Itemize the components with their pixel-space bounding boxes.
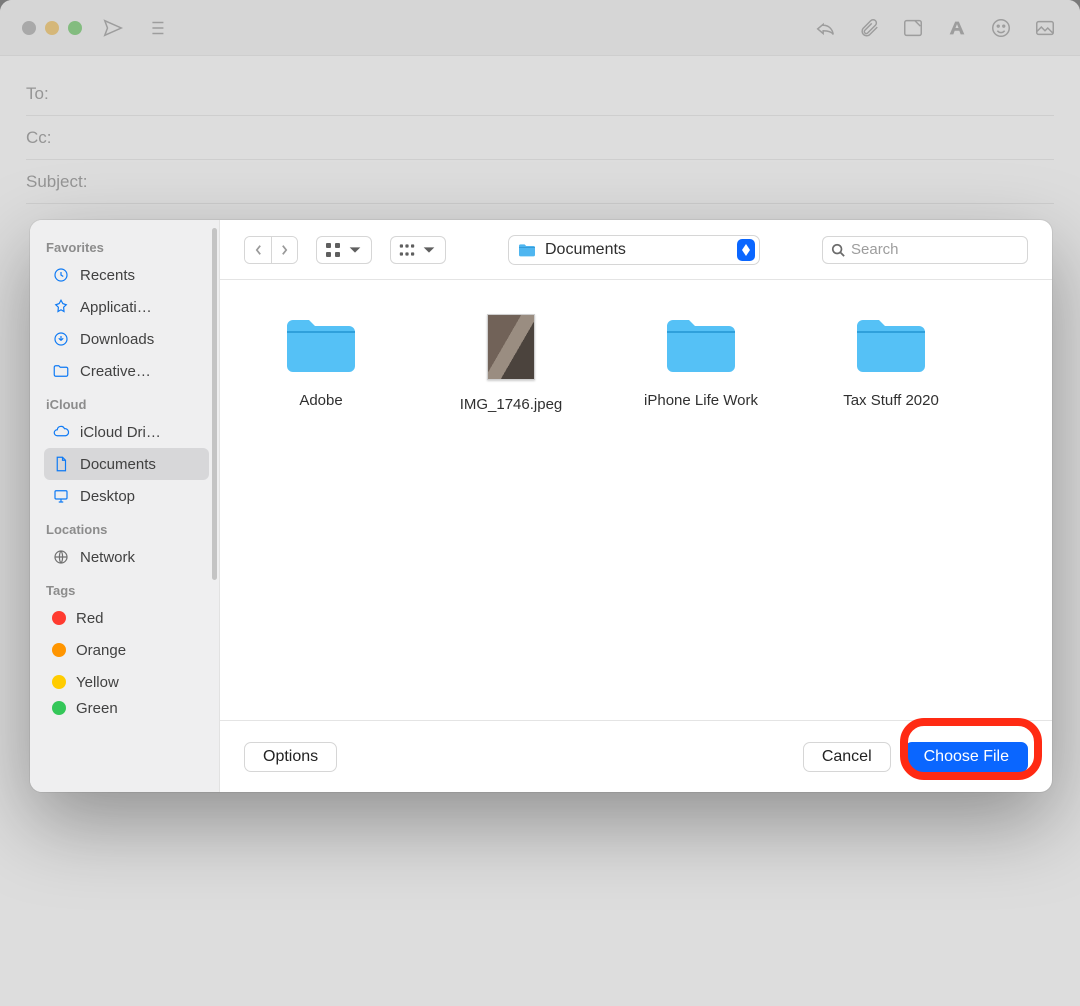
file-item-image[interactable]: IMG_1746.jpeg [446, 314, 576, 413]
sidebar-tag-red[interactable]: Red [44, 602, 209, 634]
picker-toolbar: Documents Search [220, 220, 1052, 280]
folder-icon [853, 314, 929, 376]
sidebar-item-label: Green [76, 700, 118, 717]
sidebar-item-label: Recents [80, 267, 135, 284]
icon-view-button[interactable] [316, 236, 372, 264]
location-label: Documents [545, 241, 626, 259]
image-thumbnail [487, 314, 535, 380]
sidebar-item-label: Network [80, 549, 135, 566]
font-icon[interactable] [944, 15, 970, 41]
file-label: iPhone Life Work [644, 392, 758, 409]
choose-file-button[interactable]: Choose File [905, 742, 1028, 772]
sidebar-item-applications[interactable]: Applicati… [44, 291, 209, 323]
file-pane: Documents Search Adobe I [220, 220, 1052, 792]
chevron-left-icon [254, 244, 263, 256]
cloud-icon [52, 423, 70, 441]
sidebar-section-locations: Locations [44, 512, 209, 541]
search-placeholder: Search [851, 241, 899, 258]
applications-icon [52, 298, 70, 316]
cancel-button[interactable]: Cancel [803, 742, 891, 772]
chevron-down-icon [347, 242, 363, 258]
open-file-sheet: Favorites Recents Applicati… Downloads C… [30, 220, 1052, 792]
sidebar-item-label: Creative… [80, 363, 151, 380]
sidebar-item-label: Desktop [80, 488, 135, 505]
sidebar-item-label: Yellow [76, 674, 119, 691]
sidebar-item-label: Applicati… [80, 299, 152, 316]
sidebar-tag-green[interactable]: Green [44, 698, 209, 718]
folder-icon [283, 314, 359, 376]
minimize-window-icon[interactable] [45, 21, 59, 35]
subject-field[interactable]: Subject: [26, 160, 1054, 204]
list-icon[interactable] [144, 15, 170, 41]
sidebar-item-creative[interactable]: Creative… [44, 355, 209, 387]
sidebar-item-recents[interactable]: Recents [44, 259, 209, 291]
desktop-icon [52, 487, 70, 505]
document-icon [52, 455, 70, 473]
grouped-grid-icon [399, 242, 415, 258]
folder-icon [517, 242, 537, 258]
nav-back-forward[interactable] [244, 236, 298, 264]
markup-icon[interactable] [900, 15, 926, 41]
maximize-window-icon[interactable] [68, 21, 82, 35]
reply-icon[interactable] [812, 15, 838, 41]
to-field[interactable]: To: [26, 72, 1054, 116]
file-grid[interactable]: Adobe IMG_1746.jpeg iPhone Life Work Tax… [220, 280, 1052, 720]
sidebar-item-label: iCloud Dri… [80, 424, 161, 441]
folder-icon [663, 314, 739, 376]
emoji-icon[interactable] [988, 15, 1014, 41]
download-icon [52, 330, 70, 348]
group-view-button[interactable] [390, 236, 446, 264]
search-input[interactable]: Search [822, 236, 1028, 264]
sidebar-item-label: Downloads [80, 331, 154, 348]
location-popup[interactable]: Documents [508, 235, 760, 265]
photo-icon[interactable] [1032, 15, 1058, 41]
globe-icon [52, 548, 70, 566]
file-item-folder[interactable]: Tax Stuff 2020 [826, 314, 956, 409]
sidebar-item-downloads[interactable]: Downloads [44, 323, 209, 355]
grid-icon [325, 242, 341, 258]
sidebar-item-network[interactable]: Network [44, 541, 209, 573]
sidebar-item-label: Red [76, 610, 104, 627]
file-item-folder[interactable]: Adobe [256, 314, 386, 409]
sidebar-item-desktop[interactable]: Desktop [44, 480, 209, 512]
sidebar-item-icloud-drive[interactable]: iCloud Dri… [44, 416, 209, 448]
chevron-right-icon [280, 244, 289, 256]
file-label: Tax Stuff 2020 [843, 392, 939, 409]
titlebar [0, 0, 1080, 56]
clock-icon [52, 266, 70, 284]
window-traffic-lights[interactable] [22, 21, 82, 35]
sidebar-item-label: Documents [80, 456, 156, 473]
close-window-icon[interactable] [22, 21, 36, 35]
chevron-down-icon [421, 242, 437, 258]
tag-dot-icon [52, 611, 66, 625]
file-label: IMG_1746.jpeg [460, 396, 563, 413]
sidebar-section-favorites: Favorites [44, 230, 209, 259]
options-button[interactable]: Options [244, 742, 337, 772]
sidebar-section-tags: Tags [44, 573, 209, 602]
sidebar-item-documents[interactable]: Documents [44, 448, 209, 480]
search-icon [831, 243, 845, 257]
sidebar-tag-orange[interactable]: Orange [44, 634, 209, 666]
forward-button[interactable] [271, 237, 297, 263]
sidebar-tag-yellow[interactable]: Yellow [44, 666, 209, 698]
sidebar[interactable]: Favorites Recents Applicati… Downloads C… [30, 220, 220, 792]
back-button[interactable] [245, 237, 271, 263]
folder-icon [52, 362, 70, 380]
popup-stepper-icon [737, 239, 755, 261]
sidebar-section-icloud: iCloud [44, 387, 209, 416]
cc-field[interactable]: Cc: [26, 116, 1054, 160]
tag-dot-icon [52, 643, 66, 657]
send-icon[interactable] [100, 15, 126, 41]
attach-icon[interactable] [856, 15, 882, 41]
tag-dot-icon [52, 701, 66, 715]
tag-dot-icon [52, 675, 66, 689]
compose-fields: To: Cc: Subject: [0, 56, 1080, 204]
file-item-folder[interactable]: iPhone Life Work [636, 314, 766, 409]
file-label: Adobe [299, 392, 342, 409]
picker-footer: Options Cancel Choose File [220, 720, 1052, 792]
sidebar-item-label: Orange [76, 642, 126, 659]
